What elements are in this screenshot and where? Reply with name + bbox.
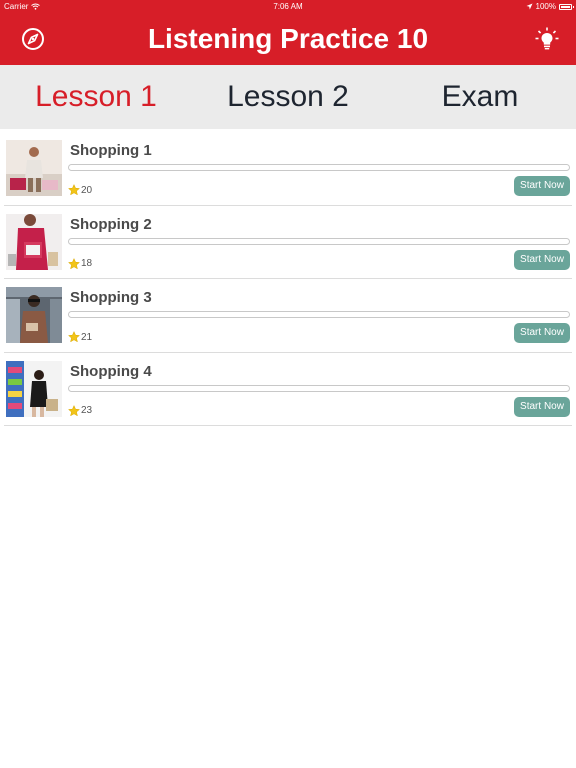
- lesson-title: Shopping 3: [70, 289, 152, 307]
- location-arrow-icon: [526, 3, 533, 10]
- lesson-tabs: Lesson 1 Lesson 2 Exam: [0, 65, 576, 129]
- lesson-star-count: 21: [68, 331, 92, 343]
- list-item[interactable]: Shopping 2 18 Start Now: [4, 206, 572, 280]
- status-bar: Carrier 7:06 AM 100%: [0, 0, 576, 13]
- lesson-title: Shopping 1: [70, 142, 152, 159]
- star-icon: [68, 331, 80, 343]
- lesson-title: Shopping 2: [70, 215, 152, 233]
- star-count-value: 18: [81, 258, 93, 270]
- start-now-button[interactable]: Start Now: [514, 249, 570, 270]
- lesson-thumbnail: [6, 213, 62, 270]
- nav-bar: Listening Practice 10: [0, 13, 576, 65]
- lesson-progress-bar: [68, 164, 570, 171]
- star-icon: [68, 257, 80, 269]
- star-count-value: 20: [81, 184, 93, 196]
- lesson-progress-bar: [68, 384, 570, 392]
- lesson-progress-bar: [68, 311, 570, 319]
- battery-icon: [559, 3, 574, 10]
- star-count-value: 23: [81, 405, 93, 417]
- lesson-thumbnail: [6, 360, 62, 417]
- status-right: 100%: [526, 0, 574, 13]
- start-now-button[interactable]: Start Now: [514, 396, 570, 417]
- lightbulb-icon: [535, 27, 559, 50]
- lesson-title: Shopping 4: [70, 362, 152, 380]
- lesson-thumbnail: [6, 140, 62, 196]
- list-item[interactable]: Shopping 1 20 Start Now: [4, 132, 572, 206]
- tab-lesson-2[interactable]: Lesson 2: [192, 65, 384, 129]
- lesson-star-count: 20: [68, 184, 92, 196]
- lesson-star-count: 18: [68, 257, 93, 270]
- battery-percent: 100%: [535, 2, 556, 11]
- lesson-thumbnail: [6, 287, 62, 344]
- tab-exam[interactable]: Exam: [384, 65, 576, 129]
- star-icon: [68, 184, 80, 196]
- star-icon: [68, 404, 80, 417]
- list-item[interactable]: Shopping 3 21 Start Now: [4, 279, 572, 353]
- star-count-value: 21: [81, 331, 93, 343]
- start-now-button[interactable]: Start Now: [514, 176, 570, 196]
- start-now-button[interactable]: Start Now: [514, 323, 570, 344]
- lesson-progress-bar: [68, 237, 570, 245]
- page-title: Listening Practice 10: [147, 23, 429, 54]
- list-item[interactable]: Shopping 4 23 Start Now: [4, 353, 572, 427]
- tab-lesson-1[interactable]: Lesson 1: [0, 65, 192, 129]
- lightbulb-button[interactable]: [534, 26, 560, 52]
- lesson-list: Shopping 1 20 Start Now Shopping 2 18 St…: [0, 132, 576, 427]
- status-time: 7:06 AM: [273, 2, 303, 11]
- lesson-star-count: 23: [68, 404, 93, 417]
